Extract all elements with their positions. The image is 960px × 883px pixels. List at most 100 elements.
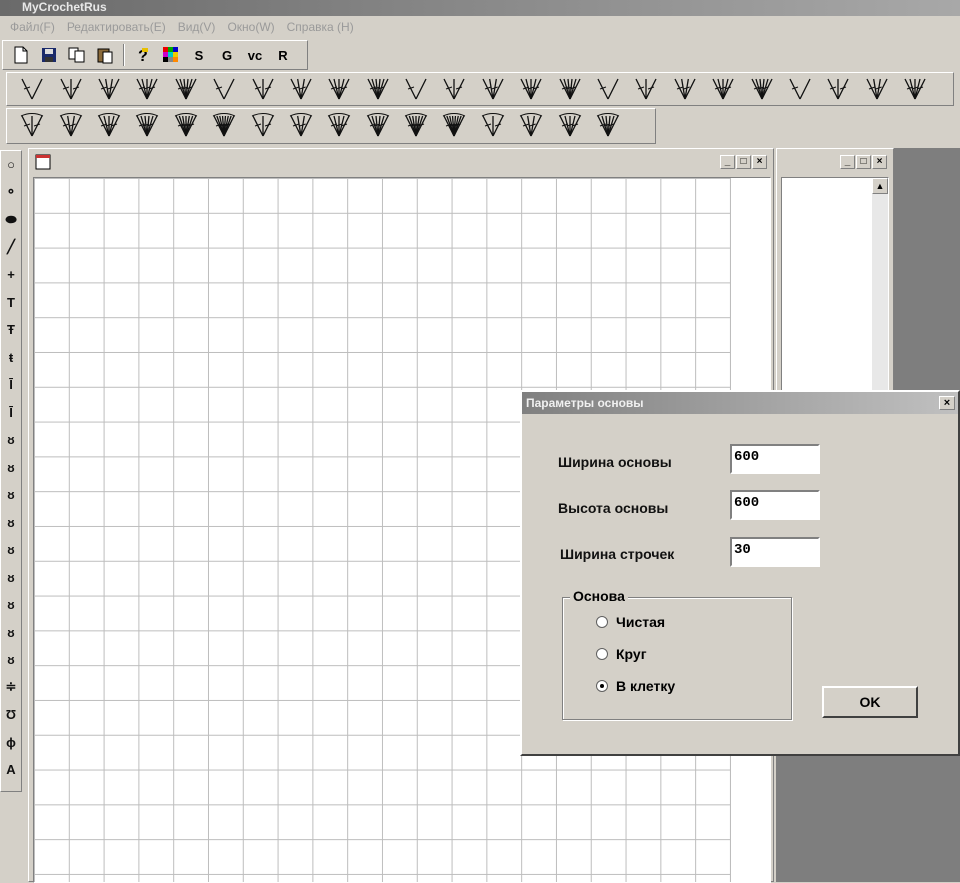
stitch-button[interactable]: [90, 111, 128, 141]
stitch-button[interactable]: [320, 111, 358, 141]
menu-window[interactable]: Окно(W): [221, 20, 280, 34]
stitch-button[interactable]: [282, 74, 320, 104]
left-tool-button[interactable]: ᴕ: [1, 536, 21, 564]
stitch-button[interactable]: [397, 74, 435, 104]
radio-button-selected[interactable]: [596, 680, 608, 692]
crochet-stitch-icon: [559, 78, 581, 100]
save-icon: [42, 48, 56, 62]
left-tool-button[interactable]: ᴕ: [1, 646, 21, 674]
radio-option-circle[interactable]: Круг: [596, 646, 647, 662]
g-button[interactable]: G: [215, 43, 239, 67]
left-tool-button[interactable]: ᴕ: [1, 509, 21, 537]
left-tool-button[interactable]: ᴕ: [1, 481, 21, 509]
stitch-button[interactable]: [205, 74, 243, 104]
stitch-button[interactable]: [51, 74, 89, 104]
stitch-button[interactable]: [589, 111, 627, 141]
left-tool-button[interactable]: Ŧ: [1, 316, 21, 344]
help-button[interactable]: ?: [131, 43, 155, 67]
stitch-button[interactable]: [13, 111, 51, 141]
close-button[interactable]: ×: [872, 155, 887, 169]
stitch-button[interactable]: [589, 74, 627, 104]
left-tool-button[interactable]: ᴕ: [1, 591, 21, 619]
stitch-button[interactable]: [627, 74, 665, 104]
stitch-button[interactable]: [704, 74, 742, 104]
stitch-button[interactable]: [13, 74, 51, 104]
stitch-button[interactable]: [90, 74, 128, 104]
left-tool-button[interactable]: Ʊ: [1, 701, 21, 729]
left-tool-button[interactable]: ŧ: [1, 344, 21, 372]
stitch-button[interactable]: [359, 111, 397, 141]
menu-help[interactable]: Справка (H): [281, 20, 360, 34]
stitch-button[interactable]: [550, 74, 588, 104]
stitch-button[interactable]: [205, 111, 243, 141]
color-palette-button[interactable]: [159, 43, 183, 67]
left-tool-button[interactable]: Ī: [1, 371, 21, 399]
stitch-button[interactable]: [128, 111, 166, 141]
menu-view[interactable]: Вид(V): [172, 20, 222, 34]
save-button[interactable]: [37, 43, 61, 67]
copy-button[interactable]: [65, 43, 89, 67]
left-tool-button[interactable]: ᴕ: [1, 454, 21, 482]
stitch-button[interactable]: [474, 74, 512, 104]
stitch-button[interactable]: [320, 74, 358, 104]
radio-option-grid[interactable]: В клетку: [596, 678, 675, 694]
left-tool-button[interactable]: ᴕ: [1, 564, 21, 592]
stitch-button[interactable]: [435, 74, 473, 104]
left-tool-button[interactable]: ᴕ: [1, 426, 21, 454]
scroll-up-button[interactable]: ▲: [872, 178, 888, 194]
width-input[interactable]: 600: [730, 444, 820, 474]
vc-button[interactable]: vc: [243, 43, 267, 67]
close-button[interactable]: ×: [752, 155, 767, 169]
left-tool-button[interactable]: ⬬: [1, 206, 21, 234]
left-tool-button[interactable]: A: [1, 756, 21, 784]
stitch-button[interactable]: [896, 74, 934, 104]
left-tool-button[interactable]: ᴕ: [1, 619, 21, 647]
stitch-button[interactable]: [397, 111, 435, 141]
stitch-button[interactable]: [167, 111, 205, 141]
stitch-button[interactable]: [474, 111, 512, 141]
paste-button[interactable]: [93, 43, 117, 67]
stitch-button[interactable]: [435, 111, 473, 141]
minimize-button[interactable]: _: [720, 155, 735, 169]
left-tool-button[interactable]: ɸ: [1, 729, 21, 757]
menu-file[interactable]: Файл(F): [4, 20, 61, 34]
stitch-button[interactable]: [781, 74, 819, 104]
row-width-input[interactable]: 30: [730, 537, 820, 567]
stitch-button[interactable]: [51, 111, 89, 141]
radio-option-clean[interactable]: Чистая: [596, 614, 665, 630]
crochet-stitch-icon: [328, 78, 350, 100]
radio-button[interactable]: [596, 648, 608, 660]
left-tool-button[interactable]: +: [1, 261, 21, 289]
menu-edit[interactable]: Редактировать(E): [61, 20, 172, 34]
stitch-button[interactable]: [742, 74, 780, 104]
new-file-button[interactable]: [9, 43, 33, 67]
stitch-button[interactable]: [512, 111, 550, 141]
stitch-button[interactable]: [858, 74, 896, 104]
stitch-button[interactable]: [167, 74, 205, 104]
minimize-button[interactable]: _: [840, 155, 855, 169]
stitch-button[interactable]: [243, 111, 281, 141]
stitch-button[interactable]: [128, 74, 166, 104]
stitch-button[interactable]: [512, 74, 550, 104]
stitch-button[interactable]: [359, 74, 397, 104]
height-input[interactable]: 600: [730, 490, 820, 520]
stitch-button[interactable]: [550, 111, 588, 141]
left-tool-button[interactable]: Ī: [1, 399, 21, 427]
left-tool-button[interactable]: ⚬: [1, 179, 21, 207]
maximize-button[interactable]: □: [736, 155, 751, 169]
left-tool-button[interactable]: ≑: [1, 674, 21, 702]
r-button[interactable]: R: [271, 43, 295, 67]
mdi-background: [776, 752, 960, 882]
left-tool-button[interactable]: T: [1, 289, 21, 317]
stitch-button[interactable]: [819, 74, 857, 104]
dialog-close-button[interactable]: ×: [939, 396, 955, 410]
stitch-button[interactable]: [282, 111, 320, 141]
left-tool-button[interactable]: ○: [1, 151, 21, 179]
radio-button[interactable]: [596, 616, 608, 628]
s-button[interactable]: S: [187, 43, 211, 67]
stitch-button[interactable]: [666, 74, 704, 104]
ok-button[interactable]: OK: [822, 686, 918, 718]
left-tool-button[interactable]: ╱: [1, 234, 21, 262]
stitch-button[interactable]: [243, 74, 281, 104]
maximize-button[interactable]: □: [856, 155, 871, 169]
